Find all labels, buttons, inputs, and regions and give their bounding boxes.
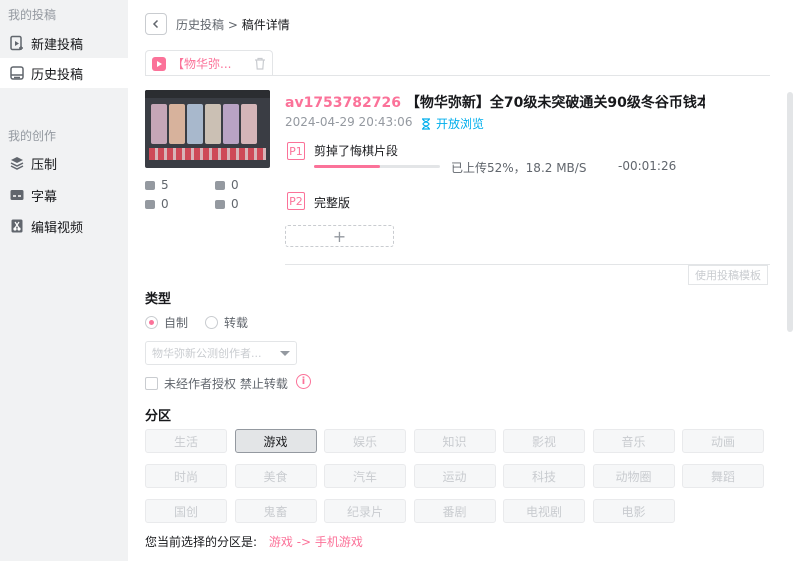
scrollbar[interactable] — [787, 92, 793, 332]
checkbox-box — [145, 377, 158, 390]
chevron-down-icon — [280, 351, 290, 356]
no-repost-checkbox[interactable]: 未经作者授权 禁止转载 — [145, 375, 288, 392]
comment-count: 0 — [215, 197, 239, 211]
category-item[interactable]: 生活 — [145, 429, 227, 453]
section-my-posts: 我的投稿 — [8, 8, 57, 22]
category-item[interactable]: 汽车 — [324, 464, 406, 488]
category-item[interactable]: 游戏 — [234, 429, 317, 453]
current-category: 您当前选择的分区是: 游戏 -> 手机游戏 — [145, 533, 363, 550]
upload-progress-fill — [314, 165, 380, 168]
checkbox-label: 未经作者授权 禁止转载 — [164, 377, 288, 391]
select-placeholder: 物华弥新公测创作者... — [152, 347, 262, 360]
sidebar-item-label: 编辑视频 — [31, 220, 84, 236]
history-post-icon — [9, 65, 25, 81]
video-play-icon — [152, 56, 166, 71]
back-button[interactable] — [145, 13, 167, 35]
category-item[interactable]: 娱乐 — [324, 429, 406, 453]
category-section-title: 分区 — [145, 409, 172, 424]
sidebar-item-label: 新建投稿 — [31, 37, 84, 53]
coin-icon — [145, 199, 155, 209]
trash-icon[interactable] — [254, 57, 266, 73]
info-icon[interactable]: i — [296, 374, 311, 389]
new-post-icon — [9, 35, 25, 51]
chevron-left-icon — [152, 19, 159, 29]
section-my-creation: 我的创作 — [8, 129, 57, 143]
part-tag-p1: P1 — [287, 142, 305, 160]
video-thumbnail[interactable] — [145, 90, 270, 168]
sidebar-item-label: 压制 — [31, 157, 58, 173]
category-item[interactable]: 舞蹈 — [682, 464, 764, 488]
category-item[interactable]: 影视 — [503, 429, 585, 453]
breadcrumb: 历史投稿 > 稿件详情 — [176, 16, 290, 33]
category-item[interactable]: 时尚 — [145, 464, 227, 488]
use-template-button[interactable]: 使用投稿模板 — [688, 265, 768, 285]
category-item[interactable]: 动画 — [682, 429, 764, 453]
layers-icon — [9, 155, 25, 171]
sidebar-item-history-post[interactable]: 历史投稿 — [0, 58, 128, 88]
part-name-p2[interactable]: 完整版 — [314, 194, 350, 211]
upload-remaining: -00:01:26 — [618, 159, 677, 173]
subtitle-icon — [9, 187, 25, 203]
category-item[interactable]: 知识 — [413, 429, 496, 453]
category-item[interactable]: 运动 — [413, 464, 496, 488]
category-item[interactable]: 鬼畜 — [234, 499, 317, 523]
radio-circle-checked — [145, 316, 158, 329]
tab-label: 【物华弥... — [172, 57, 232, 71]
play-count: 5 — [145, 178, 169, 192]
breadcrumb-parent[interactable]: 历史投稿 — [176, 18, 224, 32]
danmaku-count: 0 — [215, 178, 239, 192]
category-item[interactable]: 电影 — [592, 499, 675, 523]
category-item[interactable]: 科技 — [503, 464, 585, 488]
coin-count: 0 — [145, 197, 169, 211]
sidebar-item-compress[interactable]: 压制 — [0, 148, 128, 178]
radio-repost[interactable]: 转载 — [205, 314, 248, 331]
browse-status: 开放浏览 — [421, 115, 484, 132]
category-item[interactable]: 国创 — [145, 499, 227, 523]
comment-icon — [215, 199, 225, 209]
current-category-value: 游戏 -> 手机游戏 — [268, 535, 363, 549]
category-item[interactable]: 电视剧 — [503, 499, 585, 523]
type-section-title: 类型 — [145, 292, 172, 307]
upload-status: 已上传52%，18.2 MB/S — [451, 161, 587, 175]
video-title[interactable]: av1753782726 【物华弥新】全70级未突破通关90级冬谷币钱本... — [285, 92, 705, 112]
breadcrumb-separator: > — [227, 18, 238, 32]
play-icon — [145, 180, 155, 190]
upload-progress-bar — [314, 165, 440, 168]
collection-select[interactable]: 物华弥新公测创作者... — [145, 341, 297, 365]
part-tag-p2: P2 — [287, 192, 305, 210]
part-name-p1[interactable]: 剪掉了悔棋片段 — [314, 142, 398, 159]
sidebar-item-new-post[interactable]: 新建投稿 — [0, 28, 128, 58]
category-item[interactable]: 纪录片 — [324, 499, 406, 523]
add-part-button[interactable]: + — [285, 225, 394, 247]
sidebar-item-label: 历史投稿 — [31, 67, 84, 83]
category-item[interactable]: 番剧 — [413, 499, 496, 523]
sidebar-item-subtitle[interactable]: 字幕 — [0, 180, 128, 210]
sidebar-item-edit-video[interactable]: 编辑视频 — [0, 211, 128, 241]
category-item[interactable]: 音乐 — [592, 429, 675, 453]
sidebar: 我的投稿 新建投稿 历史投稿 我的创作 压制 字幕 编辑视频 — [0, 0, 128, 561]
breadcrumb-current: 稿件详情 — [241, 18, 290, 32]
tab-video[interactable]: 【物华弥... — [145, 50, 273, 76]
hourglass-icon — [422, 117, 430, 130]
upload-date: 2024-04-29 20:43:06 — [285, 115, 413, 129]
tab-underline — [145, 75, 770, 76]
video-title-text: 【物华弥新】全70级未突破通关90级冬谷币钱本... — [405, 95, 705, 111]
radio-circle — [205, 316, 218, 329]
sidebar-item-label: 字幕 — [31, 189, 58, 205]
av-number: av1753782726 — [285, 95, 401, 111]
danmaku-icon — [215, 180, 225, 190]
radio-original[interactable]: 自制 — [145, 314, 188, 331]
category-item[interactable]: 动物圈 — [592, 464, 675, 488]
current-category-label: 您当前选择的分区是: — [145, 535, 258, 549]
category-item[interactable]: 美食 — [234, 464, 317, 488]
scissors-icon — [9, 218, 25, 234]
